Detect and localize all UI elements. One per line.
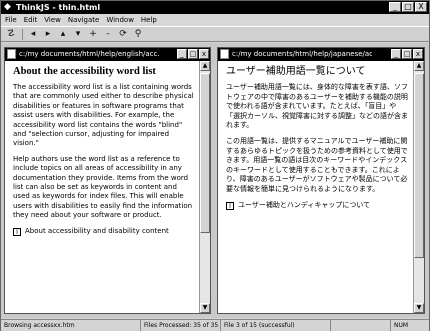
menu-help[interactable]: Help (141, 14, 157, 26)
status-bar: Browsing accessxx.htm Files Processed: 3… (1, 319, 429, 331)
document-icon (220, 49, 229, 59)
japanese-doc-path: c:/my documents/html/help/japanese/acc..… (232, 50, 372, 58)
forward-arrow-icon[interactable]: ▸ (41, 28, 55, 41)
toolbar: ☡ ◂ ▸ ▴ ▾ + ‑ ⟳ ⚲ (1, 26, 429, 42)
document-icon (7, 49, 16, 59)
scroll-thumb[interactable] (200, 73, 210, 233)
document-area: c:/my documents/html/help/english/acc...… (1, 43, 429, 318)
japanese-paragraph-2: この用語一覧は、提供するマニュアルでユーザー補助に関するあらゆるトピックを扱うた… (226, 136, 408, 193)
up-arrow-icon[interactable]: ▴ (56, 28, 70, 41)
doc-close-button[interactable]: x (413, 49, 423, 59)
english-doc-titlebar[interactable]: c:/my documents/html/help/english/acc...… (5, 48, 210, 61)
japanese-doc-body: ユーザー補助用語一覧について ユーザー補助用語一覧には、身体的な障害を表す語、ソ… (218, 61, 413, 313)
plus-icon[interactable]: + (86, 28, 100, 41)
english-link-text[interactable]: About accessibility and disability conte… (25, 227, 169, 236)
scroll-down-arrow-icon[interactable]: ▼ (414, 303, 424, 313)
japanese-doc-titlebar[interactable]: c:/my documents/html/help/japanese/acc..… (218, 48, 424, 61)
japanese-doc-controls: _ □ x (391, 49, 423, 59)
status-loading: Browsing accessxx.htm (1, 320, 141, 331)
close-button[interactable]: X (415, 2, 427, 12)
scroll-thumb[interactable] (414, 73, 424, 258)
status-file-of: File 3 of 15 (successful) (221, 320, 331, 331)
japanese-related-link[interactable]: ▯ ユーザー補助とハンディキャップについて (226, 201, 408, 210)
book-icon: ▯ (13, 227, 21, 236)
japanese-doc-window[interactable]: c:/my documents/html/help/japanese/acc..… (217, 47, 425, 314)
menu-file[interactable]: File (5, 14, 17, 26)
english-paragraph-2: Help authors use the word list as a refe… (13, 154, 193, 220)
book-icon: ▯ (226, 201, 234, 210)
title-bar: ◆ ThinkJS - thin.html _ □ X (1, 1, 429, 14)
back-arrow-icon[interactable]: ◂ (26, 28, 40, 41)
status-mode (331, 320, 391, 331)
doc-maximize-button[interactable]: □ (188, 49, 198, 59)
menu-window[interactable]: Window (106, 14, 134, 26)
window-title: ThinkJS - thin.html (16, 3, 101, 12)
app-icon[interactable]: ◆ (4, 2, 11, 13)
japanese-paragraph-1: ユーザー補助用語一覧には、身体的な障害を表す語、ソフトウェアの中で障害のあるユー… (226, 83, 408, 130)
menu-edit[interactable]: Edit (24, 14, 38, 26)
toolbar-separator (22, 28, 23, 40)
status-num: NUM (394, 322, 409, 329)
maximize-button[interactable]: □ (402, 2, 414, 12)
english-doc-controls: _ □ x (177, 49, 209, 59)
down-arrow-icon[interactable]: ▾ (71, 28, 85, 41)
back-icon[interactable]: ☡ (4, 28, 18, 41)
minimize-button[interactable]: _ (389, 2, 401, 12)
window-controls: _ □ X (389, 2, 427, 13)
menu-view[interactable]: View (44, 14, 61, 26)
minus-icon[interactable]: ‑ (101, 28, 115, 41)
scroll-up-arrow-icon[interactable]: ▲ (414, 61, 424, 71)
english-doc-path: c:/my documents/html/help/english/acc... (19, 50, 159, 58)
english-heading: About the accessibility word list (13, 66, 156, 77)
menu-bar: File Edit View Navigate Window Help (1, 14, 429, 26)
english-doc-window[interactable]: c:/my documents/html/help/english/acc...… (4, 47, 211, 314)
doc-close-button[interactable]: x (199, 49, 209, 59)
doc-minimize-button[interactable]: _ (391, 49, 401, 59)
japanese-heading: ユーザー補助用語一覧について (226, 66, 366, 77)
doc-minimize-button[interactable]: _ (177, 49, 187, 59)
scroll-up-arrow-icon[interactable]: ▲ (200, 61, 210, 71)
japanese-link-text[interactable]: ユーザー補助とハンディキャップについて (238, 201, 370, 210)
english-scrollbar[interactable]: ▲ ▼ (199, 61, 210, 313)
menu-navigate[interactable]: Navigate (68, 14, 99, 26)
english-related-link[interactable]: ▯ About accessibility and disability con… (13, 227, 194, 236)
refresh-icon[interactable]: ⟳ (116, 28, 130, 41)
scroll-down-arrow-icon[interactable]: ▼ (200, 303, 210, 313)
english-doc-body: About the accessibility word list The ac… (5, 61, 199, 313)
doc-maximize-button[interactable]: □ (402, 49, 412, 59)
english-paragraph-1: The accessibility word list is a list co… (13, 83, 194, 148)
status-files-processed: Files Processed: 35 of 35 (141, 320, 221, 331)
find-icon[interactable]: ⚲ (131, 28, 145, 41)
japanese-scrollbar[interactable]: ▲ ▼ (413, 61, 424, 313)
app-window: ◆ ThinkJS - thin.html _ □ X File Edit Vi… (0, 0, 430, 331)
